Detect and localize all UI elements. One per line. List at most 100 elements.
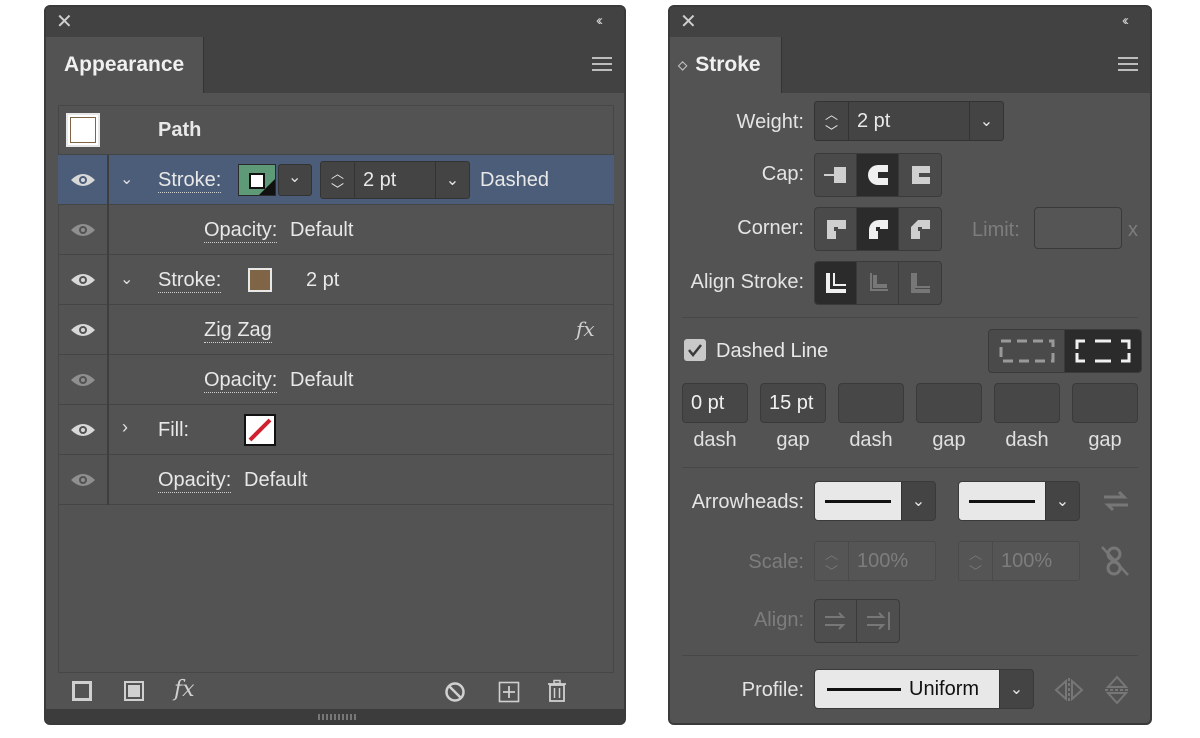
end-arrowhead-select[interactable]: ⌄ <box>958 481 1080 521</box>
appearance-titlebar: ✕ ‹‹ <box>46 7 624 37</box>
align-stroke-label: Align Stroke: <box>690 271 804 293</box>
stroke-color-dropdown[interactable]: ⌄ <box>278 164 312 196</box>
butt-cap-button[interactable] <box>815 154 857 196</box>
round-join-button[interactable] <box>857 208 899 250</box>
stroke-color-swatch[interactable] <box>238 164 276 196</box>
row-divider <box>107 355 109 405</box>
corner-buttons <box>814 207 942 251</box>
gap-2-field[interactable] <box>916 383 982 423</box>
eye-icon[interactable] <box>70 421 96 439</box>
flip-along-icon <box>1054 678 1084 702</box>
opacity-label[interactable]: Opacity: <box>204 369 278 393</box>
dash-caption: dash <box>1005 429 1049 451</box>
chevron-right-icon[interactable]: › <box>122 417 128 438</box>
dashed-line-checkbox[interactable] <box>684 339 706 361</box>
profile-select[interactable]: Uniform ⌄ <box>814 669 1034 709</box>
projecting-cap-button[interactable] <box>899 154 941 196</box>
place-arrow-icon <box>867 612 890 630</box>
stroke-label[interactable]: Stroke: <box>158 269 222 293</box>
bevel-join-button[interactable] <box>899 208 941 250</box>
eye-icon[interactable] <box>70 271 96 289</box>
chevron-down-icon[interactable]: ⌄ <box>120 269 133 289</box>
end-scale-field: ︿ ﹀ 100% <box>958 541 1080 581</box>
stroke-row-1[interactable]: ⌄ Stroke: ⌄ ︿ ﹀ 2 pt ⌄ Dashed <box>58 155 614 205</box>
fill-none-swatch[interactable] <box>244 414 276 446</box>
place-arrow-tip-button <box>857 600 899 642</box>
swap-arrowheads-icon[interactable] <box>1102 489 1130 513</box>
weight-stepper[interactable]: ︿ ﹀ <box>815 102 849 140</box>
gap-caption: gap <box>932 429 966 451</box>
appearance-panel: ✕ ‹‹ Appearance Path ⌄ Stroke: ⌄ ︿ ﹀ 2 p… <box>44 5 626 725</box>
opacity-value: Default <box>290 219 354 241</box>
fx-icon[interactable]: fx <box>576 317 595 341</box>
path-thumbnail <box>66 113 100 147</box>
tab-appearance[interactable]: Appearance <box>46 37 204 93</box>
weight-field[interactable]: ︿ ﹀ 2 pt ⌄ <box>814 101 1004 141</box>
start-scale-value: 100% <box>857 550 909 572</box>
path-row[interactable]: Path <box>58 105 614 155</box>
stroke-color-swatch[interactable] <box>248 268 272 292</box>
eye-icon[interactable] <box>70 321 96 339</box>
gap-1-field[interactable]: 15 pt <box>760 383 826 423</box>
scale-label: Scale: <box>748 551 804 573</box>
resize-grip-icon[interactable] <box>318 714 356 720</box>
round-join-icon <box>868 220 888 239</box>
appearance-footer: fx <box>46 673 624 713</box>
opacity-label[interactable]: Opacity: <box>158 469 232 493</box>
flip-across-icon <box>1105 675 1129 705</box>
dash-1-field[interactable]: 0 pt <box>682 383 748 423</box>
gap-3-field[interactable] <box>1072 383 1138 423</box>
close-icon[interactable]: ✕ <box>56 12 73 32</box>
duplicate-item-icon[interactable] <box>498 681 520 703</box>
eye-icon[interactable] <box>70 471 96 489</box>
start-arrowhead-select[interactable]: ⌄ <box>814 481 936 521</box>
miter-join-button[interactable] <box>815 208 857 250</box>
collapse-icon[interactable]: ‹‹ <box>596 12 603 29</box>
align-outside-button[interactable] <box>899 262 941 304</box>
stroke-weight-field[interactable]: ︿ ﹀ 2 pt ⌄ <box>320 161 470 199</box>
align-inside-button[interactable] <box>857 262 899 304</box>
gap-caption: gap <box>776 429 810 451</box>
opacity-row-2[interactable]: Opacity: Default <box>58 355 614 405</box>
stroke-row-2[interactable]: ⌄ Stroke: 2 pt <box>58 255 614 305</box>
stroke-label[interactable]: Stroke: <box>158 169 222 193</box>
chevron-down-icon[interactable]: ⌄ <box>120 169 133 189</box>
align-center-button[interactable] <box>815 262 857 304</box>
fill-row[interactable]: › Fill: <box>58 405 614 455</box>
opacity-row-1[interactable]: Opacity: Default <box>58 205 614 255</box>
opacity-row-3[interactable]: Opacity: Default <box>58 455 614 505</box>
limit-label: Limit: <box>972 219 1020 241</box>
eye-icon[interactable] <box>70 171 96 189</box>
resize-bar[interactable] <box>46 709 624 723</box>
chevron-down-icon[interactable]: ⌄ <box>969 102 1003 140</box>
dash-3-field[interactable] <box>994 383 1060 423</box>
eye-icon[interactable] <box>70 221 96 239</box>
panel-menu-icon[interactable] <box>1118 53 1138 75</box>
weight-stepper[interactable]: ︿ ﹀ <box>321 162 355 198</box>
effect-row-zigzag[interactable]: Zig Zag fx <box>58 305 614 355</box>
dash-2-field[interactable] <box>838 383 904 423</box>
effect-label[interactable]: Zig Zag <box>204 319 272 343</box>
clear-appearance-icon[interactable] <box>444 681 466 703</box>
add-effect-fx-icon[interactable]: fx <box>174 677 195 702</box>
round-cap-button[interactable] <box>857 154 899 196</box>
panel-menu-icon[interactable] <box>592 53 612 75</box>
align-dash-corners-button[interactable] <box>1065 330 1141 372</box>
trash-icon[interactable] <box>546 679 568 703</box>
eye-icon[interactable] <box>70 371 96 389</box>
chevron-down-icon[interactable]: ⌄ <box>999 670 1033 708</box>
chevron-down-icon[interactable]: ⌄ <box>435 162 469 198</box>
start-scale-field: ︿ ﹀ 100% <box>814 541 936 581</box>
tab-stroke[interactable]: ◇ Stroke <box>670 37 782 93</box>
close-icon[interactable]: ✕ <box>680 12 697 32</box>
appearance-tab-row: Appearance <box>46 37 624 93</box>
collapse-icon[interactable]: ‹‹ <box>1122 12 1129 29</box>
add-new-fill-icon[interactable] <box>124 681 144 701</box>
chevron-down-icon[interactable]: ⌄ <box>1045 482 1079 520</box>
preserve-dash-button[interactable] <box>989 330 1065 372</box>
row-divider <box>107 305 109 355</box>
row-divider <box>107 255 109 305</box>
chevron-down-icon[interactable]: ⌄ <box>901 482 935 520</box>
opacity-label[interactable]: Opacity: <box>204 219 278 243</box>
add-new-stroke-icon[interactable] <box>72 681 92 701</box>
